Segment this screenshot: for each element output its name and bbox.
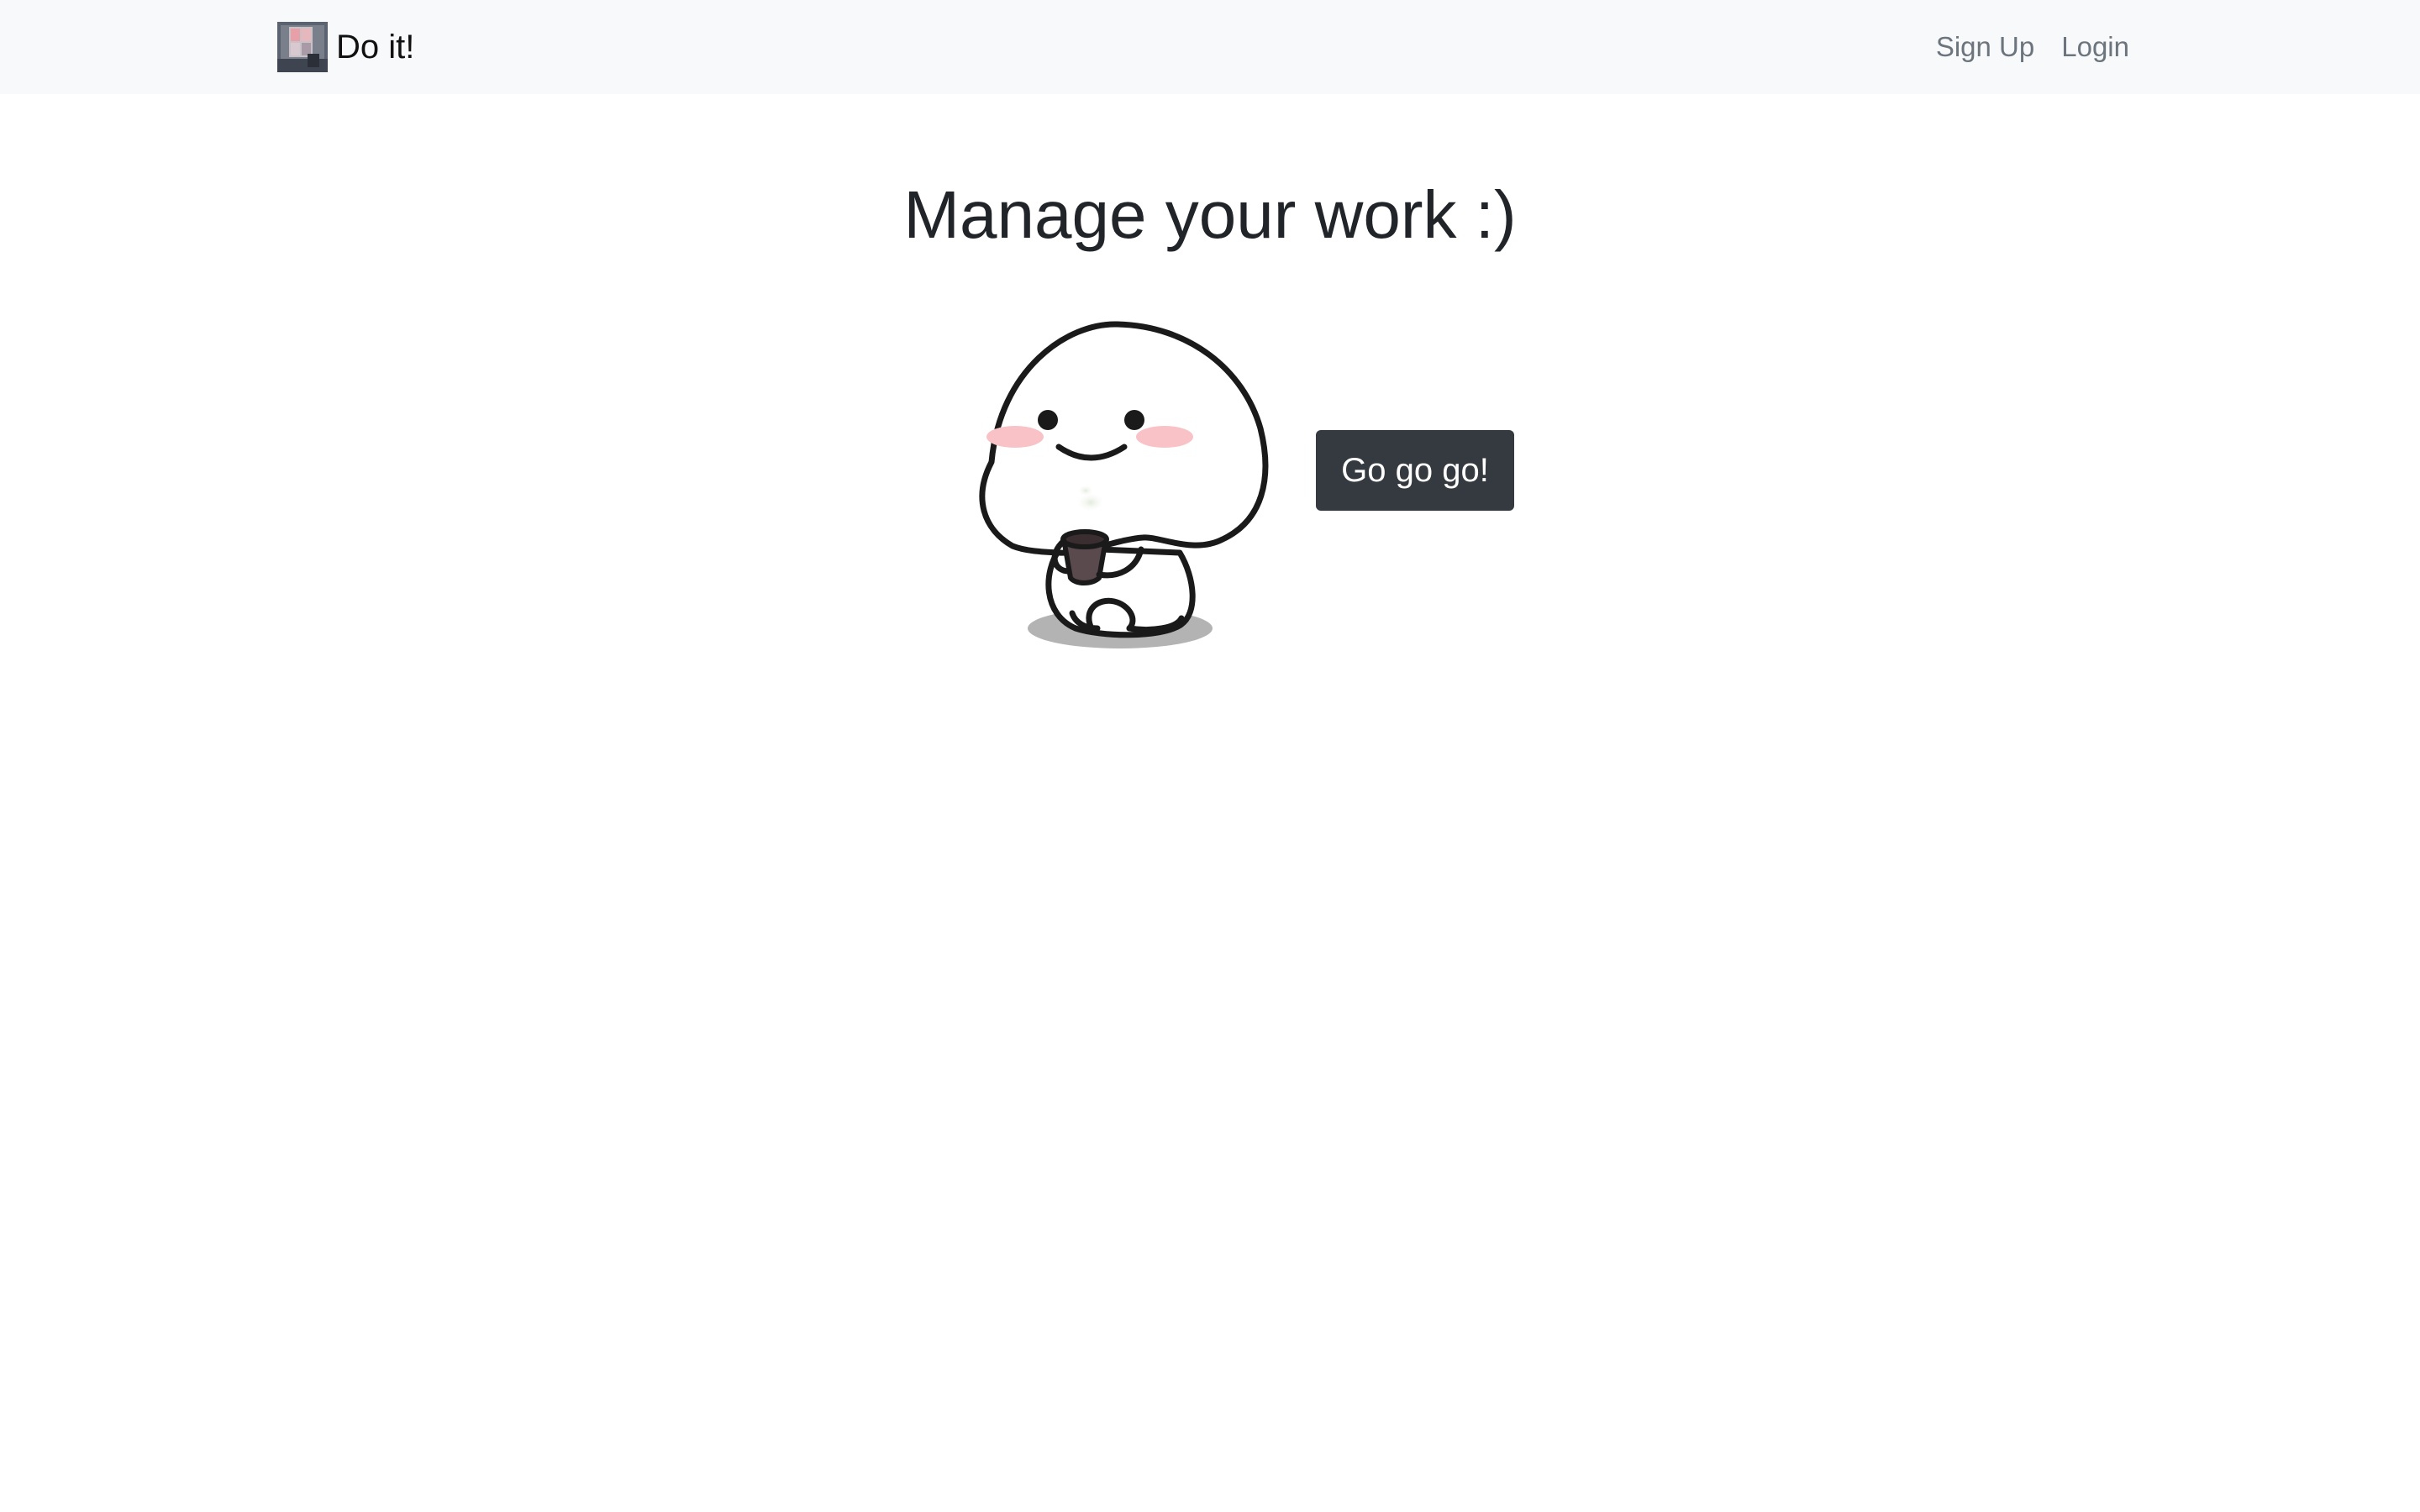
- sign-up-link[interactable]: Sign Up: [1936, 27, 2034, 67]
- top-navbar: Do it! Sign Up Login: [0, 0, 2420, 94]
- brand-link[interactable]: Do it!: [277, 22, 414, 72]
- page-headline: Manage your work :): [903, 177, 1517, 252]
- login-link[interactable]: Login: [2061, 27, 2129, 67]
- app-logo-icon: [277, 22, 328, 72]
- nav-links: Sign Up Login: [1936, 27, 2129, 67]
- mascot-illustration: [979, 321, 1269, 648]
- brand-name: Do it!: [336, 29, 415, 66]
- go-button[interactable]: Go go go!: [1316, 430, 1514, 511]
